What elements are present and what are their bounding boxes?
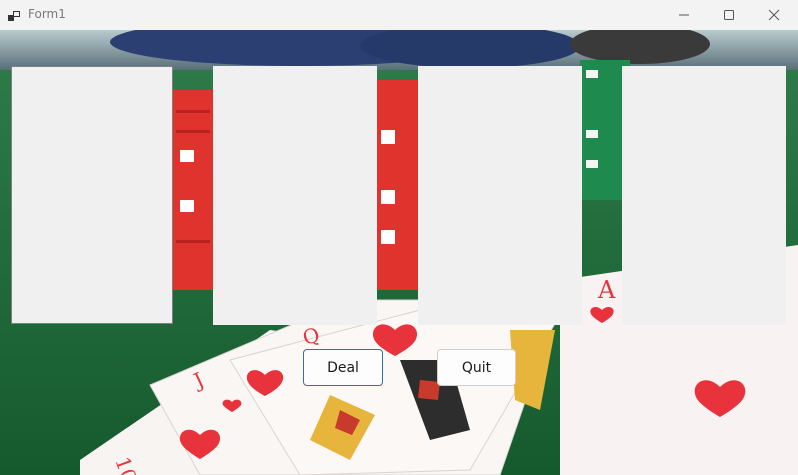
form-client-area: A J Q 10 Deal Quit (0, 30, 798, 475)
close-button[interactable] (751, 0, 797, 30)
title-bar[interactable]: Form1 (0, 0, 798, 30)
minimize-button[interactable] (661, 0, 707, 30)
window-title: Form1 (28, 7, 66, 21)
minimize-icon (679, 14, 689, 16)
close-icon (768, 9, 780, 21)
maximize-button[interactable] (706, 0, 752, 30)
form-window: Form1 A J Q 10 Deal Quit (0, 0, 798, 475)
deal-button[interactable]: Deal (303, 349, 383, 386)
card-slot-1 (11, 66, 173, 324)
form-app-icon (8, 8, 21, 21)
maximize-icon (724, 10, 734, 20)
ace-rank-glyph: A (597, 276, 616, 304)
quit-button[interactable]: Quit (437, 349, 516, 386)
card-slot-4 (622, 66, 786, 325)
card-slot-3 (418, 66, 582, 325)
card-slot-2 (213, 66, 377, 325)
